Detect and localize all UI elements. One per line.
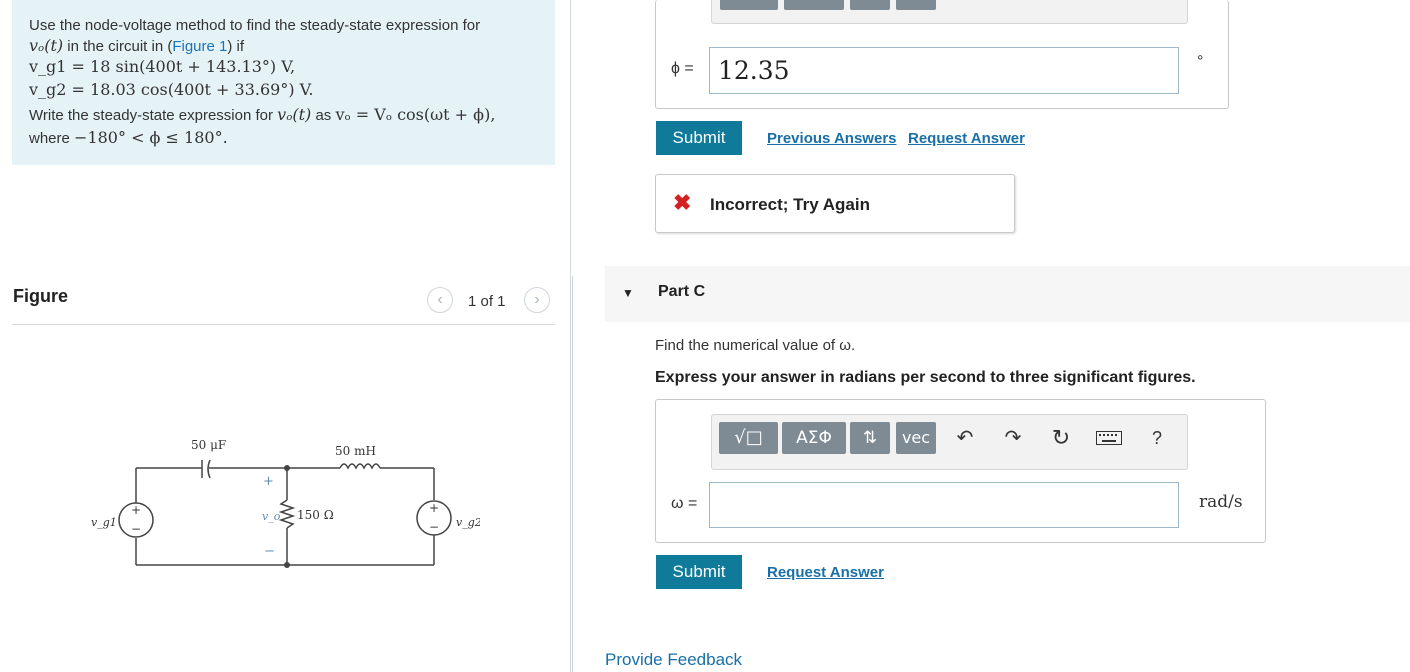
- sqrt-template-icon: √□: [734, 427, 763, 448]
- vg1-plus: +: [131, 503, 141, 517]
- figure-1-link[interactable]: Figure 1: [172, 38, 227, 55]
- node-dot: [284, 562, 290, 568]
- part-c-title: Part C: [658, 283, 706, 300]
- prev-figure-button[interactable]: ‹: [427, 287, 453, 313]
- part-c-answer-box: √□ ΑΣΦ ⇅ vec ↶ ↷ ↻ ? ω = rad/s: [655, 399, 1266, 543]
- problem-line-6: where −180° < ϕ ≤ 180°.: [29, 129, 228, 148]
- omega-unit: rad/s: [1199, 492, 1243, 512]
- problem-text: as: [315, 107, 332, 124]
- problem-line-5: Write the steady-state expression for vₒ…: [29, 106, 495, 125]
- keyboard-icon[interactable]: [1094, 425, 1124, 451]
- phi-range-math: −180° < ϕ ≤ 180°.: [74, 128, 228, 147]
- feedback-text: Incorrect; Try Again: [710, 195, 870, 214]
- help-button[interactable]: ?: [1144, 425, 1170, 451]
- part-c-toolbar: √□ ΑΣΦ ⇅ vec ↶ ↷ ↻ ?: [711, 414, 1188, 470]
- part-b-answer-box: ϕ = 12.35 °: [655, 0, 1229, 109]
- problem-text: in the circuit in (: [63, 38, 173, 55]
- reset-icon[interactable]: ↻: [1048, 425, 1074, 451]
- figure-divider: [12, 324, 555, 325]
- vo-t-math: vₒ(t): [277, 105, 312, 124]
- templates-button[interactable]: √□: [719, 422, 778, 454]
- vo-t-math: vₒ(t): [29, 36, 64, 55]
- phi-answer-input[interactable]: 12.35: [709, 47, 1179, 94]
- vo-form-math: vₒ = Vₒ cos(ωt + ϕ),: [335, 105, 496, 124]
- arrows-button[interactable]: ⇅: [850, 422, 890, 454]
- provide-feedback-link[interactable]: Provide Feedback: [605, 650, 742, 670]
- omega-label: ω =: [671, 495, 698, 512]
- degree-unit: °: [1197, 53, 1204, 70]
- inductor-label: 50 mH: [335, 444, 376, 458]
- templates-button[interactable]: [720, 0, 778, 10]
- up-down-arrows-icon: ⇅: [862, 428, 878, 448]
- feedback-message-box: ✖ Incorrect; Try Again: [655, 174, 1015, 233]
- vg2-expression: v_g2 = 18.03 cos(400t + 33.69°) V.: [29, 80, 314, 99]
- part-c-instruction: Express your answer in radians per secon…: [655, 369, 1196, 386]
- figure-page-indicator: 1 of 1: [468, 293, 506, 310]
- phi-answer-value: 12.35: [718, 56, 790, 85]
- redo-icon[interactable]: ↷: [1000, 425, 1026, 451]
- previous-answers-link[interactable]: Previous Answers: [767, 130, 897, 147]
- vec-button[interactable]: vec: [896, 422, 936, 454]
- problem-line-2: vₒ(t) in the circuit in (Figure 1) if: [29, 37, 244, 56]
- capacitor-plate-curved: [207, 459, 211, 479]
- vg1-minus: −: [131, 522, 141, 536]
- greek-letters-button[interactable]: ΑΣΦ: [782, 422, 846, 454]
- vg2-plus: +: [429, 501, 439, 515]
- vec-button[interactable]: [896, 0, 936, 10]
- part-c-request-answer-link[interactable]: Request Answer: [767, 564, 884, 581]
- part-c-header[interactable]: ▼ Part C: [605, 266, 1410, 322]
- problem-text: Write the steady-state expression for: [29, 107, 273, 124]
- resistor-label: 150 Ω: [297, 508, 334, 522]
- collapse-triangle-icon[interactable]: ▼: [622, 286, 634, 300]
- pane-divider-accent: [572, 276, 573, 672]
- undo-icon[interactable]: ↶: [952, 425, 978, 451]
- node-dot: [284, 465, 290, 471]
- next-figure-button[interactable]: ›: [524, 287, 550, 313]
- problem-text: ) if: [227, 38, 245, 55]
- problem-text: where: [29, 130, 70, 147]
- vo-label: v_o: [262, 510, 281, 523]
- greek-button[interactable]: [784, 0, 844, 10]
- arrows-button[interactable]: [850, 0, 890, 10]
- resistor-symbol: [278, 499, 296, 529]
- vg2-minus: −: [429, 520, 439, 534]
- phi-label: ϕ =: [671, 60, 694, 77]
- part-b-request-answer-link[interactable]: Request Answer: [908, 130, 1025, 147]
- vg2-label: v_g2: [456, 516, 480, 529]
- problem-line-1: Use the node-voltage method to find the …: [29, 17, 481, 34]
- part-c-submit-button[interactable]: Submit: [656, 555, 742, 589]
- chevron-left-icon: ‹: [437, 291, 443, 308]
- capacitor-label: 50 μF: [191, 438, 226, 452]
- omega-answer-input[interactable]: [709, 482, 1179, 528]
- vo-plus-sign: +: [263, 474, 274, 489]
- x-icon: ✖: [673, 190, 692, 215]
- part-b-submit-button[interactable]: Submit: [656, 121, 742, 155]
- part-b-toolbar: [711, 0, 1188, 24]
- vo-minus-sign: −: [264, 544, 275, 559]
- vg1-label: v_g1: [91, 516, 117, 529]
- vg1-expression: v_g1 = 18 sin(400t + 143.13°) V,: [29, 57, 296, 76]
- problem-statement: Use the node-voltage method to find the …: [12, 0, 555, 165]
- inductor-symbol: [339, 463, 381, 470]
- circuit-diagram: 50 μF 50 mH 150 Ω v_g1 v_g2 v_o + − + − …: [91, 438, 480, 568]
- pane-divider[interactable]: [570, 0, 571, 672]
- figure-heading: Figure: [13, 286, 69, 306]
- chevron-right-icon: ›: [534, 291, 540, 308]
- part-c-question: Find the numerical value of ω.: [655, 337, 856, 354]
